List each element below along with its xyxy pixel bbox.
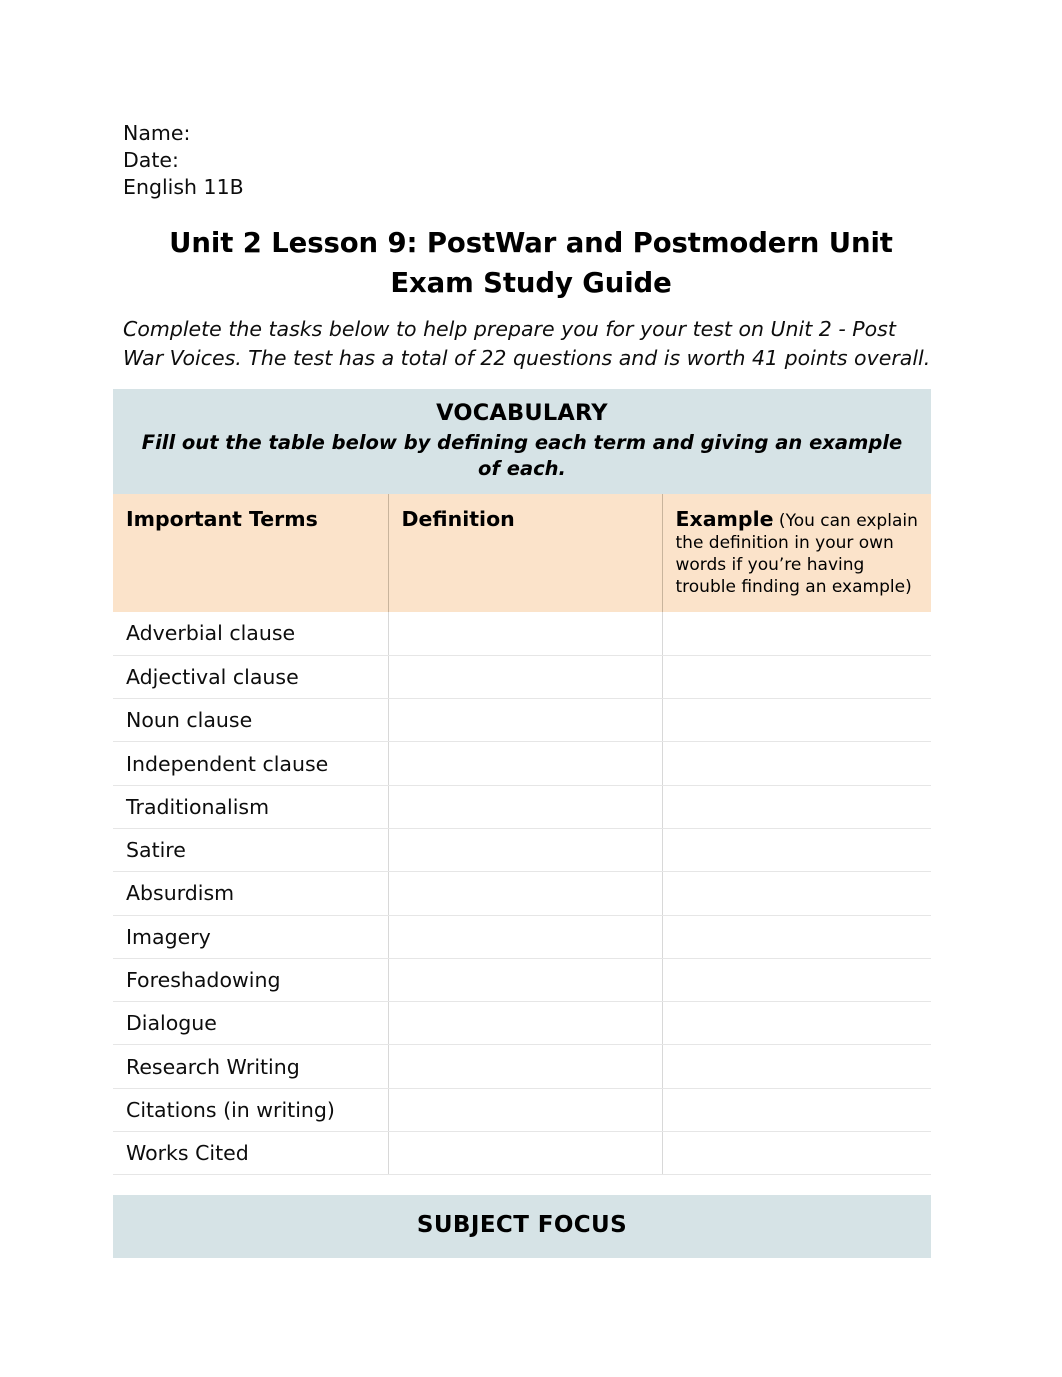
- definition-cell[interactable]: [388, 1044, 663, 1089]
- document-page: Name: Date: English 11B Unit 2 Lesson 9:…: [0, 0, 1062, 1377]
- table-row: Satire: [113, 828, 931, 873]
- column-header-terms-label: Important Terms: [126, 507, 318, 531]
- document-content: Name: Date: English 11B Unit 2 Lesson 9:…: [113, 120, 939, 1259]
- term-cell: Citations (in writing): [113, 1088, 389, 1133]
- example-cell[interactable]: [662, 741, 931, 786]
- term-cell: Adverbial clause: [113, 612, 389, 656]
- term-cell: Absurdism: [113, 871, 389, 916]
- example-cell[interactable]: [662, 871, 931, 916]
- definition-cell[interactable]: [388, 741, 663, 786]
- definition-cell[interactable]: [388, 1001, 663, 1046]
- term-cell: Dialogue: [113, 1001, 389, 1046]
- term-cell: Foreshadowing: [113, 958, 389, 1003]
- definition-cell[interactable]: [388, 785, 663, 829]
- vocabulary-table-body: Adverbial clause Adjectival clause Noun cl…: [113, 612, 931, 1176]
- table-row: Imagery: [113, 915, 931, 959]
- term-cell: Satire: [113, 828, 389, 873]
- table-row: Foreshadowing: [113, 958, 931, 1003]
- course-line: English 11B: [123, 175, 244, 199]
- example-cell[interactable]: [662, 655, 931, 700]
- date-line: Date:: [123, 148, 179, 172]
- example-cell[interactable]: [662, 1044, 931, 1089]
- example-cell[interactable]: [662, 785, 931, 829]
- column-header-terms: Important Terms: [113, 494, 389, 612]
- example-cell[interactable]: [662, 698, 931, 743]
- subject-focus-banner: SUBJECT FOCUS: [113, 1195, 931, 1259]
- vocabulary-section-banner: VOCABULARY Fill out the table below by d…: [113, 389, 931, 494]
- definition-cell[interactable]: [388, 1131, 663, 1176]
- example-cell[interactable]: [662, 915, 931, 959]
- example-cell[interactable]: [662, 958, 931, 1003]
- example-cell[interactable]: [662, 1001, 931, 1046]
- vocabulary-banner-subtitle: Fill out the table below by defining eac…: [141, 431, 903, 480]
- table-header-row: Important Terms Definition Example (You …: [113, 494, 931, 612]
- table-row: Citations (in writing): [113, 1088, 931, 1133]
- term-cell: Independent clause: [113, 741, 389, 786]
- table-row: Dialogue: [113, 1001, 931, 1046]
- example-cell[interactable]: [662, 1088, 931, 1133]
- definition-cell[interactable]: [388, 958, 663, 1003]
- definition-cell[interactable]: [388, 828, 663, 873]
- term-cell: Works Cited: [113, 1131, 389, 1176]
- definition-cell[interactable]: [388, 698, 663, 743]
- name-line: Name:: [123, 121, 191, 145]
- definition-cell[interactable]: [388, 655, 663, 700]
- term-cell: Noun clause: [113, 698, 389, 743]
- intro-paragraph: Complete the tasks below to help prepare…: [123, 317, 931, 370]
- table-row: Research Writing: [113, 1044, 931, 1089]
- definition-cell[interactable]: [388, 612, 663, 656]
- column-header-example-label: Example: [675, 507, 774, 531]
- column-header-example-wrap: Example (You can explain the definition …: [676, 507, 918, 597]
- page-title: Unit 2 Lesson 9: PostWar and Postmodern …: [169, 227, 893, 299]
- term-cell: Adjectival clause: [113, 655, 389, 700]
- definition-cell[interactable]: [388, 1088, 663, 1133]
- example-cell[interactable]: [662, 612, 931, 656]
- table-row: Adjectival clause: [113, 655, 931, 700]
- term-cell: Imagery: [113, 915, 389, 959]
- table-row: Works Cited: [113, 1131, 931, 1176]
- subject-focus-banner-title: SUBJECT FOCUS: [416, 1212, 628, 1239]
- example-cell[interactable]: [662, 1131, 931, 1176]
- student-info-block: Name: Date: English 11B: [123, 120, 939, 201]
- vocabulary-banner-title: VOCABULARY: [436, 400, 608, 426]
- vocabulary-table: Important Terms Definition Example (You …: [113, 494, 931, 1176]
- table-row: Traditionalism: [113, 785, 931, 829]
- definition-cell[interactable]: [388, 915, 663, 959]
- column-header-definition-label: Definition: [401, 507, 515, 531]
- example-cell[interactable]: [662, 828, 931, 873]
- term-cell: Research Writing: [113, 1044, 389, 1089]
- table-row: Noun clause: [113, 698, 931, 743]
- table-row: Independent clause: [113, 741, 931, 786]
- table-row: Absurdism: [113, 871, 931, 916]
- column-header-definition: Definition: [388, 494, 663, 612]
- column-header-example: Example (You can explain the definition …: [662, 494, 931, 612]
- vocabulary-table-header: Important Terms Definition Example (You …: [113, 494, 931, 612]
- term-cell: Traditionalism: [113, 785, 389, 829]
- table-row: Adverbial clause: [113, 612, 931, 656]
- definition-cell[interactable]: [388, 871, 663, 916]
